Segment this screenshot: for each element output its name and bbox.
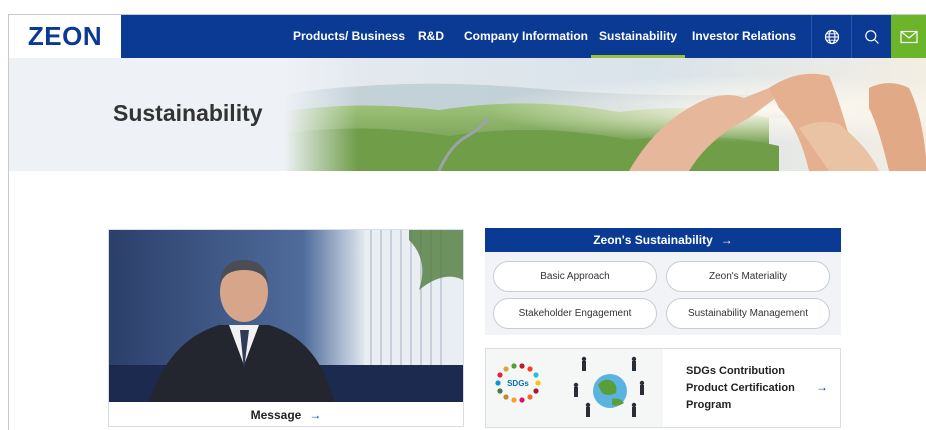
zeons-sustainability-link[interactable]: Zeon's Sustainability → (485, 228, 841, 252)
page-title: Sustainability (113, 100, 263, 126)
message-card[interactable]: Message → (108, 229, 464, 427)
site-header: ZEON Products/ Business R&D Company Info… (9, 15, 926, 58)
sdgs-program-title: SDGs Contribution Product Certification … (686, 365, 795, 411)
zeons-materiality-button[interactable]: Zeon's Materiality (666, 261, 830, 292)
hero-banner: Sustainability (9, 58, 926, 171)
search-button[interactable] (851, 15, 891, 58)
nav-company-information[interactable]: Company Information (464, 15, 588, 58)
sdgs-badge: SDGs (507, 379, 529, 388)
globe-icon (824, 29, 839, 44)
browser-viewport: ZEON Products/ Business R&D Company Info… (8, 14, 926, 430)
stakeholder-engagement-button[interactable]: Stakeholder Engagement (493, 298, 657, 329)
sdgs-image: SDGs (486, 349, 663, 427)
arrow-right-icon: → (309, 408, 322, 422)
search-icon (864, 29, 879, 44)
arrow-right-icon: → (816, 380, 828, 394)
sustainability-panel: Zeon's Sustainability → Basic Approach Z… (485, 228, 841, 335)
zeon-logo: ZEON (27, 21, 103, 51)
president-photo (109, 230, 463, 402)
mail-icon (900, 30, 918, 43)
language-button[interactable] (811, 15, 851, 58)
nav-products-business[interactable]: Products/ Business (293, 15, 405, 58)
message-label: Message (250, 408, 302, 422)
logo-link[interactable]: ZEON (9, 15, 121, 58)
nav-sustainability[interactable]: Sustainability (590, 15, 686, 58)
nav-investor-relations[interactable]: Investor Relations (692, 15, 796, 58)
sustainability-management-button[interactable]: Sustainability Management (666, 298, 830, 329)
basic-approach-button[interactable]: Basic Approach (493, 261, 657, 292)
sdgs-program-card[interactable]: SDGs SDGs Contribution Product Certifica… (485, 348, 841, 428)
arrow-right-icon: → (720, 233, 733, 247)
nav-rd[interactable]: R&D (418, 15, 444, 58)
message-link[interactable]: Message → (109, 402, 463, 428)
contact-button[interactable] (891, 15, 926, 58)
panel-heading: Zeon's Sustainability (593, 233, 713, 247)
